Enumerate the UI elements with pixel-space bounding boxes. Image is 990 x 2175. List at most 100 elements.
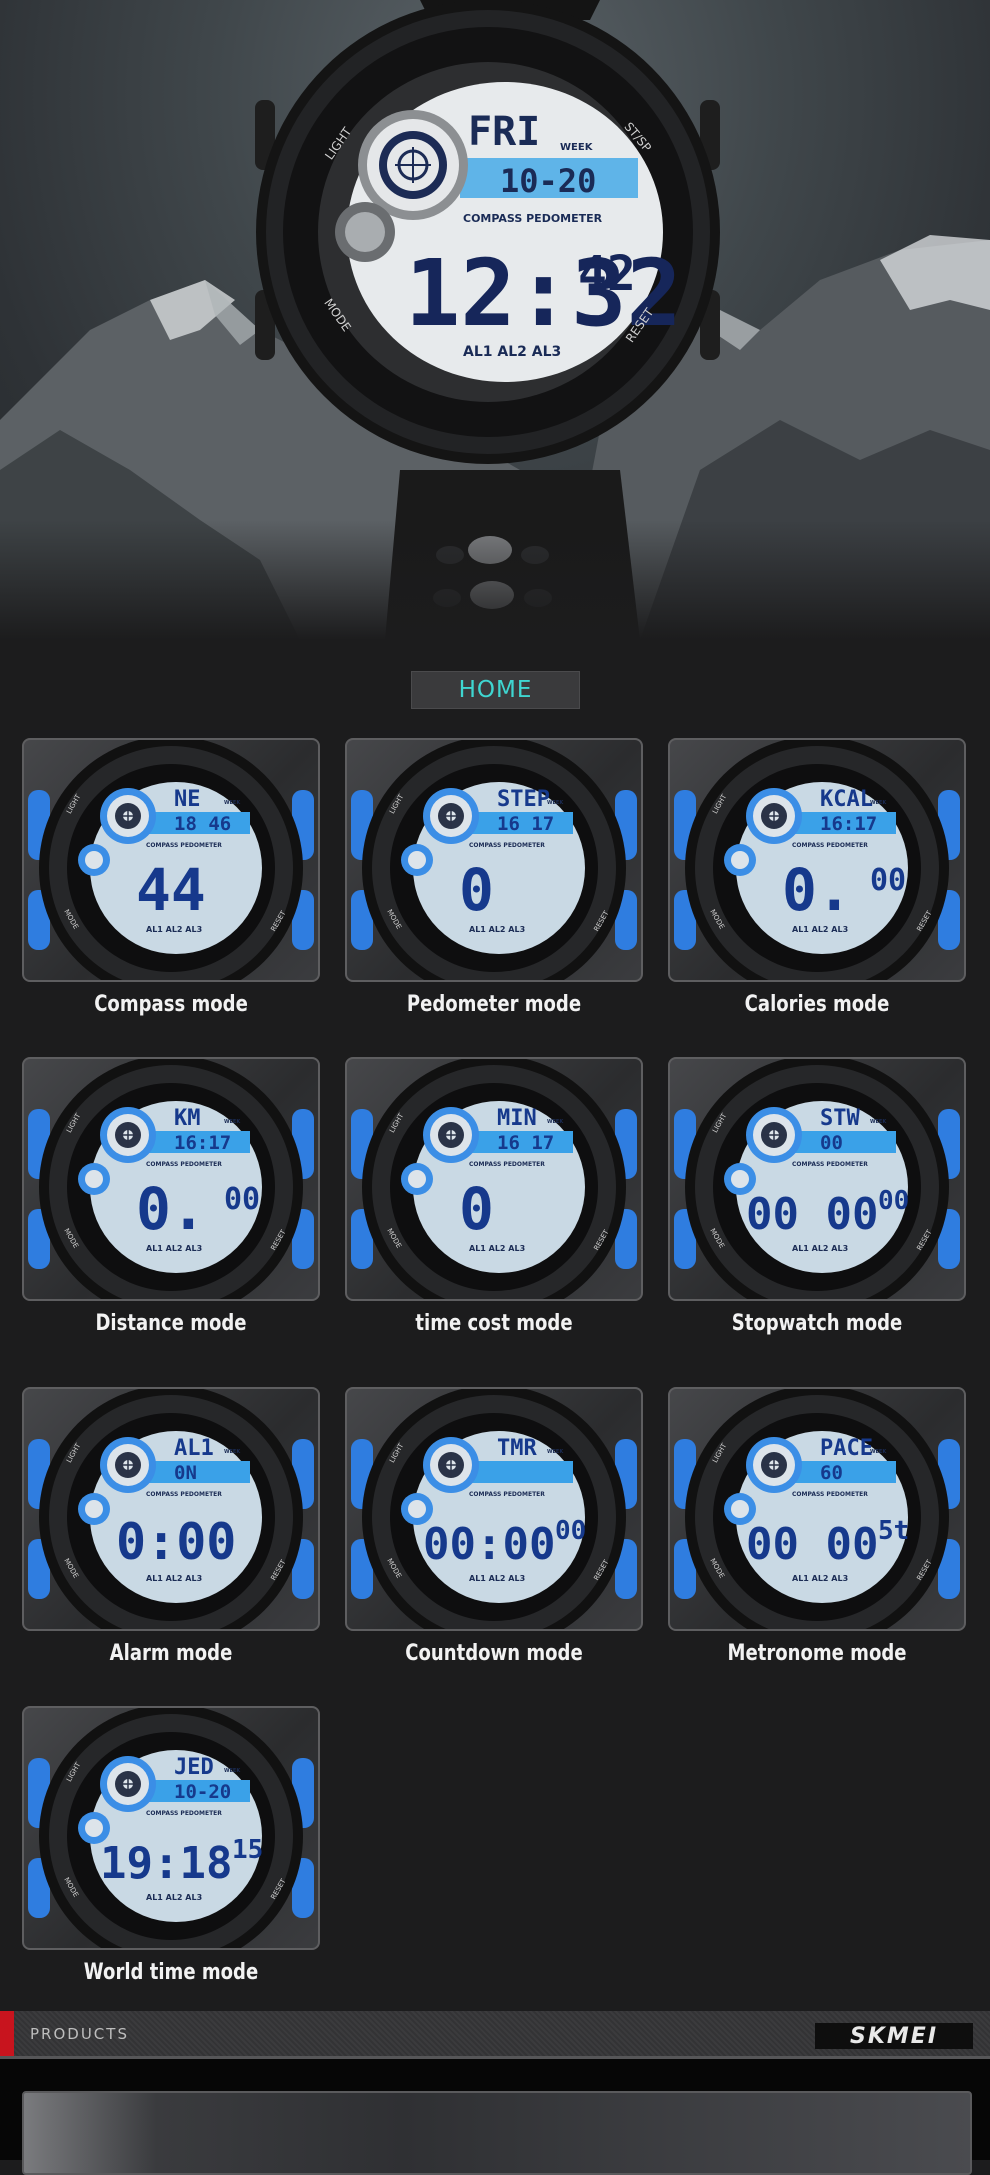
lcd-mode-label: STW bbox=[820, 1106, 860, 1131]
lcd-main-readout: 19:18 bbox=[100, 1838, 232, 1889]
lcd-secondary-readout: 16:17 bbox=[820, 813, 877, 835]
lcd-week-label: WEEK bbox=[224, 800, 241, 806]
lcd-secondary-readout: 0N bbox=[174, 1462, 197, 1484]
lcd-main-readout: 0 bbox=[459, 856, 494, 924]
lcd-alarm-indicators: AL1 AL2 AL3 bbox=[469, 925, 525, 934]
lcd-mode-strip: COMPASS PEDOMETER bbox=[792, 1491, 868, 1498]
mode-card-image: MIN WEEK 16 17 COMPASS PEDOMETER 0 AL1 A… bbox=[345, 1057, 643, 1301]
red-marker bbox=[0, 2011, 14, 2059]
lcd-small-readout: 00 bbox=[878, 1186, 909, 1216]
lcd-main-readout: 00 00 bbox=[746, 1519, 878, 1570]
mode-caption: Compass mode bbox=[94, 992, 248, 1017]
watch-face-icon: MIN WEEK 16 17 COMPASS PEDOMETER 0 AL1 A… bbox=[351, 1059, 637, 1299]
lcd-alarm-indicators: AL1 AL2 AL3 bbox=[146, 1244, 202, 1253]
lcd-mode-label: STEP bbox=[497, 787, 550, 812]
lcd-secondary-readout: 16:17 bbox=[174, 1132, 231, 1154]
mode-caption: time cost mode bbox=[415, 1311, 573, 1336]
mode-caption: Calories mode bbox=[744, 992, 890, 1017]
hero-fade bbox=[0, 520, 990, 640]
mode-card-image: AL1 WEEK 0N COMPASS PEDOMETER 0:00 AL1 A… bbox=[22, 1387, 320, 1631]
mode-card-image: TMR WEEK COMPASS PEDOMETER 00:00 00 AL1 … bbox=[345, 1387, 643, 1631]
lcd-mode-strip: COMPASS PEDOMETER bbox=[792, 842, 868, 849]
lcd-mode-label: KM bbox=[174, 1106, 201, 1131]
lcd-week-label: WEEK bbox=[224, 1119, 241, 1125]
lcd-main-readout: 0. bbox=[136, 1175, 206, 1243]
mode-card-image: STEP WEEK 16 17 COMPASS PEDOMETER 0 AL1 … bbox=[345, 738, 643, 982]
hero-day: FRI bbox=[468, 109, 540, 155]
lcd-week-label: WEEK bbox=[870, 800, 887, 806]
watch-face-icon: JED WEEK 10-20 COMPASS PEDOMETER 19:18 1… bbox=[28, 1708, 314, 1948]
watch-face-icon: STW WEEK 00 COMPASS PEDOMETER 00 00 00 A… bbox=[674, 1059, 960, 1299]
lcd-week-label: WEEK bbox=[547, 1449, 564, 1455]
lcd-week-label: WEEK bbox=[547, 1119, 564, 1125]
mode-card[interactable]: MIN WEEK 16 17 COMPASS PEDOMETER 0 AL1 A… bbox=[345, 1057, 643, 1336]
lcd-alarm-indicators: AL1 AL2 AL3 bbox=[146, 1574, 202, 1583]
lcd-mode-strip: COMPASS PEDOMETER bbox=[469, 1491, 545, 1498]
watch-face-icon: AL1 WEEK 0N COMPASS PEDOMETER 0:00 AL1 A… bbox=[28, 1389, 314, 1629]
hero-date: 10-20 bbox=[500, 162, 596, 200]
product-preview-panel bbox=[0, 2059, 990, 2175]
lcd-main-readout: 0:00 bbox=[116, 1513, 236, 1571]
mode-caption: Countdown mode bbox=[405, 1641, 583, 1666]
lcd-mode-strip: COMPASS PEDOMETER bbox=[146, 1161, 222, 1168]
watch-face-icon: NE WEEK 18 46 COMPASS PEDOMETER 44 AL1 A… bbox=[28, 740, 314, 980]
lcd-mode-label: NE bbox=[174, 787, 201, 812]
mode-card[interactable]: JED WEEK 10-20 COMPASS PEDOMETER 19:18 1… bbox=[22, 1706, 320, 1985]
mode-card-image: STW WEEK 00 COMPASS PEDOMETER 00 00 00 A… bbox=[668, 1057, 966, 1301]
mode-card-image: KCAL WEEK 16:17 COMPASS PEDOMETER 0. 00 … bbox=[668, 738, 966, 982]
watch-face-icon: KM WEEK 16:17 COMPASS PEDOMETER 0. 00 AL… bbox=[28, 1059, 314, 1299]
lcd-week-label: WEEK bbox=[224, 1768, 241, 1774]
lcd-alarm-indicators: AL1 AL2 AL3 bbox=[469, 1244, 525, 1253]
lcd-secondary-readout: 16 17 bbox=[497, 813, 554, 835]
mode-card[interactable]: AL1 WEEK 0N COMPASS PEDOMETER 0:00 AL1 A… bbox=[22, 1387, 320, 1666]
mode-card-image: JED WEEK 10-20 COMPASS PEDOMETER 19:18 1… bbox=[22, 1706, 320, 1950]
lcd-main-readout: 44 bbox=[136, 856, 206, 924]
lcd-mode-label: KCAL bbox=[820, 787, 873, 812]
lcd-small-readout: 5t bbox=[878, 1516, 909, 1546]
lcd-week-label: WEEK bbox=[547, 800, 564, 806]
mode-card-image: PACE WEEK 60 COMPASS PEDOMETER 00 00 5t … bbox=[668, 1387, 966, 1631]
mode-card[interactable]: TMR WEEK COMPASS PEDOMETER 00:00 00 AL1 … bbox=[345, 1387, 643, 1666]
mode-card[interactable]: NE WEEK 18 46 COMPASS PEDOMETER 44 AL1 A… bbox=[22, 738, 320, 1017]
home-button[interactable]: HOME bbox=[411, 671, 580, 709]
hero-alarms: AL1 AL2 AL3 bbox=[463, 344, 561, 360]
lcd-secondary-readout: 16 17 bbox=[497, 1132, 554, 1154]
lcd-mode-strip: COMPASS PEDOMETER bbox=[469, 842, 545, 849]
lcd-mode-strip: COMPASS PEDOMETER bbox=[469, 1161, 545, 1168]
lcd-main-readout: 0. bbox=[782, 856, 852, 924]
products-label[interactable]: PRODUCTS bbox=[30, 2025, 129, 2043]
lcd-week-label: WEEK bbox=[224, 1449, 241, 1455]
lcd-mode-label: PACE bbox=[820, 1436, 873, 1461]
lcd-week-label: WEEK bbox=[870, 1449, 887, 1455]
brand-logo[interactable]: SKMEI bbox=[815, 2023, 973, 2049]
mode-caption: Metronome mode bbox=[727, 1641, 907, 1666]
watch-face-icon: PACE WEEK 60 COMPASS PEDOMETER 00 00 5t … bbox=[674, 1389, 960, 1629]
hero-mode-strip: COMPASS PEDOMETER bbox=[463, 212, 603, 225]
lcd-alarm-indicators: AL1 AL2 AL3 bbox=[146, 925, 202, 934]
products-bar: PRODUCTS SKMEI bbox=[0, 2011, 990, 2059]
mode-caption: Alarm mode bbox=[109, 1641, 233, 1666]
mode-card[interactable]: KM WEEK 16:17 COMPASS PEDOMETER 0. 00 AL… bbox=[22, 1057, 320, 1336]
lcd-alarm-indicators: AL1 AL2 AL3 bbox=[469, 1574, 525, 1583]
mode-card[interactable]: STW WEEK 00 COMPASS PEDOMETER 00 00 00 A… bbox=[668, 1057, 966, 1336]
lcd-small-readout: 15 bbox=[232, 1835, 263, 1865]
mode-caption: Pedometer mode bbox=[406, 992, 582, 1017]
lcd-secondary-readout: 60 bbox=[820, 1462, 843, 1484]
mode-caption: World time mode bbox=[83, 1960, 259, 1985]
lcd-alarm-indicators: AL1 AL2 AL3 bbox=[792, 1244, 848, 1253]
lcd-mode-label: TMR bbox=[497, 1436, 537, 1461]
hero-seconds: 42 bbox=[578, 246, 636, 302]
mode-card[interactable]: STEP WEEK 16 17 COMPASS PEDOMETER 0 AL1 … bbox=[345, 738, 643, 1017]
watch-face-icon: STEP WEEK 16 17 COMPASS PEDOMETER 0 AL1 … bbox=[351, 740, 637, 980]
product-preview-frame[interactable] bbox=[22, 2091, 972, 2175]
lcd-secondary-readout: 10-20 bbox=[174, 1781, 231, 1803]
hero-week-label: WEEK bbox=[560, 142, 594, 153]
mode-card-image: NE WEEK 18 46 COMPASS PEDOMETER 44 AL1 A… bbox=[22, 738, 320, 982]
mode-caption: Stopwatch mode bbox=[731, 1311, 903, 1336]
mode-card[interactable]: KCAL WEEK 16:17 COMPASS PEDOMETER 0. 00 … bbox=[668, 738, 966, 1017]
hero-banner: FRI WEEK 10-20 COMPASS PEDOMETER 12:32 4… bbox=[0, 0, 990, 640]
lcd-mode-strip: COMPASS PEDOMETER bbox=[792, 1161, 868, 1168]
lcd-mode-strip: COMPASS PEDOMETER bbox=[146, 842, 222, 849]
mode-card[interactable]: PACE WEEK 60 COMPASS PEDOMETER 00 00 5t … bbox=[668, 1387, 966, 1666]
lcd-mode-strip: COMPASS PEDOMETER bbox=[146, 1810, 222, 1817]
